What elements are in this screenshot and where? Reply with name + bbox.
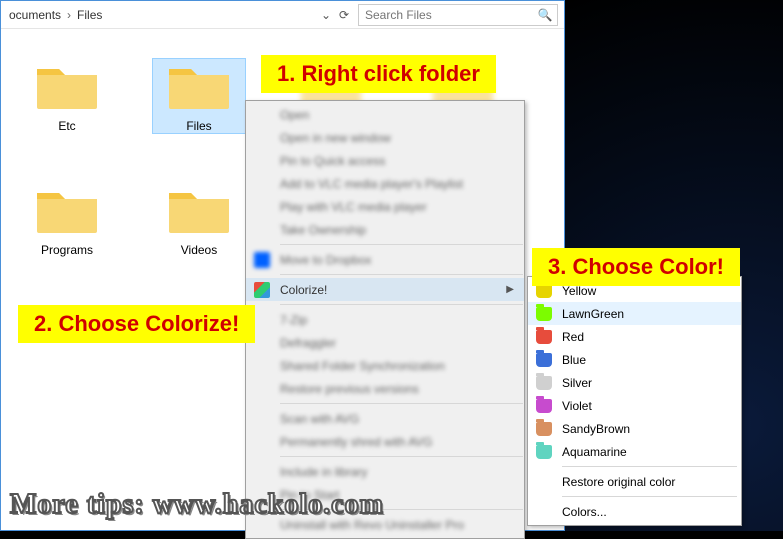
restore-color[interactable]: Restore original color — [528, 470, 741, 493]
color-label: Aquamarine — [562, 445, 627, 459]
color-label: Red — [562, 330, 584, 344]
ctx-item[interactable]: Open — [246, 103, 524, 126]
breadcrumb[interactable]: ocuments › Files — [1, 6, 312, 24]
color-swatch-icon — [536, 307, 552, 321]
color-label: SandyBrown — [562, 422, 630, 436]
folder-label: Videos — [153, 243, 245, 257]
folder-icon — [32, 59, 102, 115]
ctx-item[interactable]: Shared Folder Synchronization — [246, 354, 524, 377]
color-swatch-icon — [536, 376, 552, 390]
folder-etc[interactable]: Etc — [21, 59, 113, 133]
more-colors[interactable]: Colors... — [528, 500, 741, 523]
dropbox-icon — [254, 252, 270, 268]
toolbar: ocuments › Files ⌄ ⟳ 🔍 — [1, 1, 564, 29]
ctx-item[interactable]: Pin to Quick access — [246, 149, 524, 172]
color-swatch-icon — [536, 422, 552, 436]
separator — [280, 456, 523, 457]
color-option-red[interactable]: Red — [528, 325, 741, 348]
ctx-colorize[interactable]: Colorize! ▶ — [246, 278, 524, 301]
ctx-item[interactable]: 7-Zip — [246, 308, 524, 331]
folder-icon — [164, 59, 234, 115]
color-swatch-icon — [536, 330, 552, 344]
ctx-item[interactable]: Restore previous versions — [246, 377, 524, 400]
color-option-lawngreen[interactable]: LawnGreen — [528, 302, 741, 325]
folder-files[interactable]: Files — [153, 59, 245, 133]
color-label: Violet — [562, 399, 592, 413]
callout-step2: 2. Choose Colorize! — [18, 305, 255, 343]
separator — [562, 466, 737, 467]
color-option-aquamarine[interactable]: Aquamarine — [528, 440, 741, 463]
separator — [562, 496, 737, 497]
color-option-blue[interactable]: Blue — [528, 348, 741, 371]
colorize-icon — [254, 282, 270, 298]
search-input[interactable]: 🔍 — [358, 4, 558, 26]
dropdown-icon[interactable]: ⌄ — [318, 7, 334, 23]
ctx-item[interactable]: Add to VLC media player's Playlist — [246, 172, 524, 195]
colorize-submenu[interactable]: YellowLawnGreenRedBlueSilverVioletSandyB… — [527, 276, 742, 526]
color-swatch-icon — [536, 445, 552, 459]
ctx-item[interactable]: Open in new window — [246, 126, 524, 149]
folder-videos[interactable]: Videos — [153, 183, 245, 257]
color-swatch-icon — [536, 353, 552, 367]
ctx-item[interactable]: Play with VLC media player — [246, 195, 524, 218]
folder-label: Programs — [21, 243, 113, 257]
folder-programs[interactable]: Programs — [21, 183, 113, 257]
separator — [280, 274, 523, 275]
folder-label: Files — [153, 119, 245, 133]
tips-watermark: More tips: www.hackolo.com — [10, 489, 384, 521]
color-option-silver[interactable]: Silver — [528, 371, 741, 394]
search-field[interactable] — [363, 7, 537, 23]
submenu-arrow-icon: ▶ — [506, 284, 514, 295]
refresh-icon[interactable]: ⟳ — [336, 7, 352, 23]
context-menu[interactable]: Open Open in new window Pin to Quick acc… — [245, 100, 525, 539]
search-icon[interactable]: 🔍 — [537, 7, 553, 23]
ctx-item[interactable]: Scan with AVG — [246, 407, 524, 430]
breadcrumb-part-1[interactable]: ocuments — [5, 6, 65, 24]
separator — [280, 244, 523, 245]
separator — [280, 403, 523, 404]
color-option-violet[interactable]: Violet — [528, 394, 741, 417]
chevron-right-icon: › — [65, 8, 73, 22]
separator — [280, 304, 523, 305]
ctx-item[interactable]: Take Ownership — [246, 218, 524, 241]
ctx-dropbox[interactable]: Move to Dropbox — [246, 248, 524, 271]
color-option-sandybrown[interactable]: SandyBrown — [528, 417, 741, 440]
callout-step1: 1. Right click folder — [261, 55, 496, 93]
color-swatch-icon — [536, 399, 552, 413]
ctx-item[interactable]: Include in library — [246, 460, 524, 483]
folder-icon — [32, 183, 102, 239]
color-label: Silver — [562, 376, 592, 390]
folder-icon — [164, 183, 234, 239]
colorize-label: Colorize! — [280, 283, 327, 297]
ctx-item[interactable]: Permanently shred with AVG — [246, 430, 524, 453]
folder-label: Etc — [21, 119, 113, 133]
breadcrumb-part-2[interactable]: Files — [73, 6, 106, 24]
color-label: LawnGreen — [562, 307, 624, 321]
callout-step3: 3. Choose Color! — [532, 248, 740, 286]
ctx-item[interactable]: Defraggler — [246, 331, 524, 354]
color-label: Blue — [562, 353, 586, 367]
